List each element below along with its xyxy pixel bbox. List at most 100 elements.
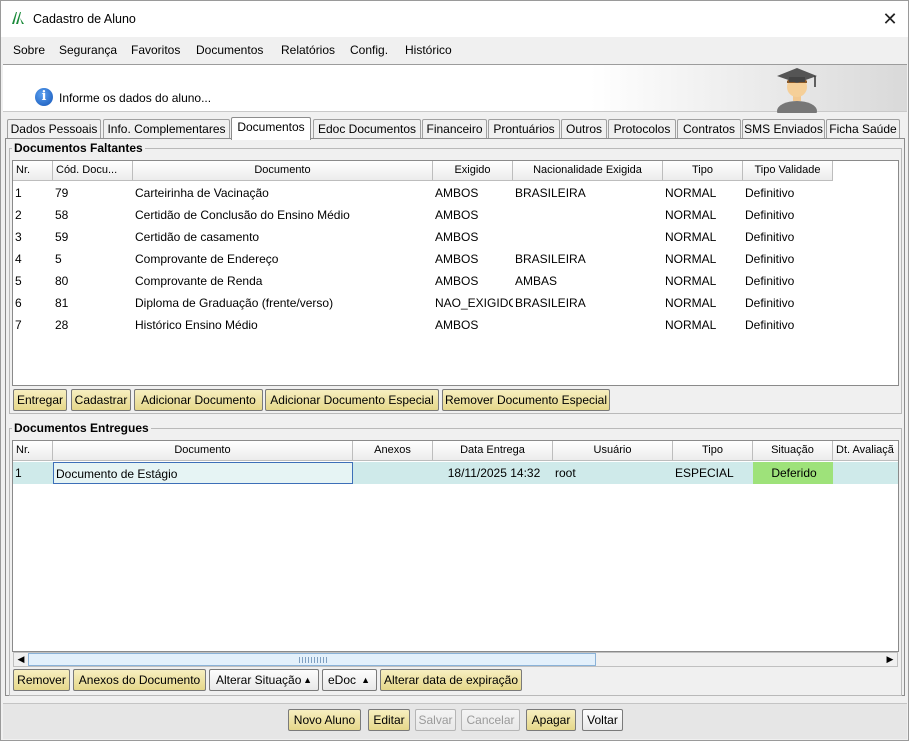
scroll-thumb[interactable] bbox=[28, 653, 596, 666]
cell-nacionalidade bbox=[513, 204, 663, 226]
status-badge-deferido: Deferido bbox=[753, 462, 833, 484]
menu-favoritos[interactable]: Favoritos bbox=[131, 43, 180, 57]
anexos-do-documento-button[interactable]: Anexos do Documento bbox=[73, 669, 206, 691]
col-tipo-validade[interactable]: Tipo Validade bbox=[743, 161, 833, 181]
menu-sobre[interactable]: Sobre bbox=[13, 43, 45, 57]
remover-button[interactable]: Remover bbox=[13, 669, 70, 691]
cell-anexos bbox=[353, 462, 433, 484]
tab-outros[interactable]: Outros bbox=[561, 119, 607, 139]
tab-prontuarios[interactable]: Prontuários bbox=[488, 119, 560, 139]
tab-contratos[interactable]: Contratos bbox=[677, 119, 741, 139]
col-situacao[interactable]: Situação bbox=[753, 441, 833, 461]
menu-config[interactable]: Config. bbox=[350, 43, 388, 57]
table-row[interactable]: 2 58 Certidão de Conclusão do Ensino Médio… bbox=[13, 204, 833, 226]
table-row[interactable]: 1 Documento de Estágio 18/11/2025 14:32 … bbox=[13, 462, 898, 484]
tab-strip: Dados Pessoais Info. Complementares Docu… bbox=[5, 117, 905, 140]
col-documento[interactable]: Documento bbox=[53, 441, 353, 461]
cell-tipo: NORMAL bbox=[665, 252, 717, 266]
col-data-entrega[interactable]: Data Entrega bbox=[433, 441, 553, 461]
table-row[interactable]: 6 81 Diploma de Graduação (frente/verso) NA… bbox=[13, 292, 833, 314]
cell-exigido: AMBOS bbox=[435, 252, 479, 266]
close-icon[interactable]: ✕ bbox=[878, 7, 902, 31]
tab-ficha-saude[interactable]: Ficha Saúde bbox=[826, 119, 900, 139]
editar-button[interactable]: Editar bbox=[368, 709, 410, 731]
cell-documento: Certidão de Conclusão do Ensino Médio bbox=[135, 208, 350, 222]
cell-nr: 1 bbox=[15, 186, 22, 200]
cell-cod-documento: 81 bbox=[55, 296, 69, 310]
cell-documento: Comprovante de Renda bbox=[135, 274, 263, 288]
menu-relatorios[interactable]: Relatórios bbox=[281, 43, 335, 57]
cell-tipo-validade: Definitivo bbox=[745, 252, 795, 266]
adicionar-documento-especial-button[interactable]: Adicionar Documento Especial bbox=[265, 389, 439, 411]
alterar-situacao-dropdown[interactable]: Alterar Situação ▲ bbox=[209, 669, 319, 691]
table-row[interactable]: 3 59 Certidão de casamento AMBOS NORMAL Defin… bbox=[13, 226, 833, 248]
tab-info-complementares[interactable]: Info. Complementares bbox=[103, 119, 230, 139]
remover-documento-especial-button[interactable]: Remover Documento Especial bbox=[442, 389, 610, 411]
scroll-right-icon[interactable]: ▶ bbox=[883, 653, 897, 666]
col-usuario[interactable]: Usuário bbox=[553, 441, 673, 461]
table-row[interactable]: 5 80 Comprovante de Renda AMBOS AMBAS NORMAL D… bbox=[13, 270, 833, 292]
cancelar-button[interactable]: Cancelar bbox=[461, 709, 520, 731]
cell-tipo-validade: Definitivo bbox=[745, 296, 795, 310]
col-nacionalidade[interactable]: Nacionalidade Exigida bbox=[513, 161, 663, 181]
cell-nr: 5 bbox=[15, 274, 22, 288]
tab-sms-enviados[interactable]: SMS Enviados bbox=[742, 119, 825, 139]
tab-documentos[interactable]: Documentos bbox=[231, 117, 311, 140]
cell-nacionalidade: BRASILEIRA bbox=[515, 296, 586, 310]
col-documento[interactable]: Documento bbox=[133, 161, 433, 181]
cell-nr: 1 bbox=[15, 466, 22, 480]
scroll-left-icon[interactable]: ◀ bbox=[14, 653, 28, 666]
window-title: Cadastro de Aluno bbox=[33, 12, 136, 26]
apagar-button[interactable]: Apagar bbox=[526, 709, 576, 731]
col-exigido[interactable]: Exigido bbox=[433, 161, 513, 181]
table-row[interactable]: 7 28 Histórico Ensino Médio AMBOS NORMAL Defi… bbox=[13, 314, 833, 336]
salvar-button[interactable]: Salvar bbox=[415, 709, 456, 731]
horizontal-scrollbar[interactable]: ◀ ▶ bbox=[13, 652, 898, 667]
novo-aluno-button[interactable]: Novo Aluno bbox=[288, 709, 361, 731]
cell-nacionalidade bbox=[513, 314, 663, 336]
col-cod-documento[interactable]: Cód. Docu... bbox=[53, 161, 133, 181]
table-documentos-entregues[interactable]: Nr. Documento Anexos Data Entrega Usuári… bbox=[12, 440, 899, 652]
graduate-student-icon bbox=[777, 68, 817, 113]
col-nr[interactable]: Nr. bbox=[13, 441, 53, 461]
col-tipo[interactable]: Tipo bbox=[663, 161, 743, 181]
cell-tipo-validade: Definitivo bbox=[745, 318, 795, 332]
group-title-entregues: Documentos Entregues bbox=[12, 421, 151, 435]
tab-dados-pessoais[interactable]: Dados Pessoais bbox=[7, 119, 101, 139]
cell-cod-documento: 58 bbox=[55, 208, 69, 222]
col-anexos[interactable]: Anexos bbox=[353, 441, 433, 461]
cell-nr: 6 bbox=[15, 296, 22, 310]
col-nr[interactable]: Nr. bbox=[13, 161, 53, 181]
cell-dt-avaliacao bbox=[833, 462, 898, 484]
alterar-data-expiracao-button[interactable]: Alterar data de expiração bbox=[380, 669, 522, 691]
menu-documentos[interactable]: Documentos bbox=[196, 43, 263, 57]
cell-tipo-validade: Definitivo bbox=[745, 186, 795, 200]
table-documentos-faltantes[interactable]: Nr. Cód. Docu... Documento Exigido Nacio… bbox=[12, 160, 899, 386]
edoc-dropdown[interactable]: eDoc ▲ bbox=[322, 669, 377, 691]
entregar-button[interactable]: Entregar bbox=[13, 389, 67, 411]
cell-documento[interactable]: Documento de Estágio bbox=[53, 462, 353, 484]
cadastrar-button[interactable]: Cadastrar bbox=[71, 389, 131, 411]
voltar-button[interactable]: Voltar bbox=[582, 709, 623, 731]
tab-financeiro[interactable]: Financeiro bbox=[422, 119, 487, 139]
cell-nr: 3 bbox=[15, 230, 22, 244]
menu-seguranca[interactable]: Segurança bbox=[59, 43, 117, 57]
alterar-situacao-label: Alterar Situação bbox=[216, 673, 302, 687]
main-window: Cadastro de Aluno ✕ Sobre Segurança Favo… bbox=[0, 0, 909, 741]
cell-nacionalidade: BRASILEIRA bbox=[515, 252, 586, 266]
table-row[interactable]: 4 5 Comprovante de Endereço AMBOS BRASILEIRA… bbox=[13, 248, 833, 270]
edoc-label: eDoc bbox=[328, 673, 357, 687]
table-row[interactable]: 1 79 Carteirinha de Vacinação AMBOS BRASILEI… bbox=[13, 182, 833, 204]
app-logo-icon bbox=[12, 12, 24, 24]
group-title-faltantes: Documentos Faltantes bbox=[12, 141, 145, 155]
menu-historico[interactable]: Histórico bbox=[405, 43, 452, 57]
tab-edoc-documentos[interactable]: Edoc Documentos bbox=[313, 119, 421, 139]
tab-protocolos[interactable]: Protocolos bbox=[608, 119, 676, 139]
adicionar-documento-button[interactable]: Adicionar Documento bbox=[134, 389, 263, 411]
menu-bar: Sobre Segurança Favoritos Documentos Rel… bbox=[1, 37, 908, 63]
col-tipo[interactable]: Tipo bbox=[673, 441, 753, 461]
cell-tipo: NORMAL bbox=[665, 318, 717, 332]
cell-nacionalidade: AMBAS bbox=[515, 274, 558, 288]
col-dt-avaliacao[interactable]: Dt. Avaliaçã bbox=[833, 441, 898, 461]
cell-exigido: AMBOS bbox=[435, 186, 479, 200]
